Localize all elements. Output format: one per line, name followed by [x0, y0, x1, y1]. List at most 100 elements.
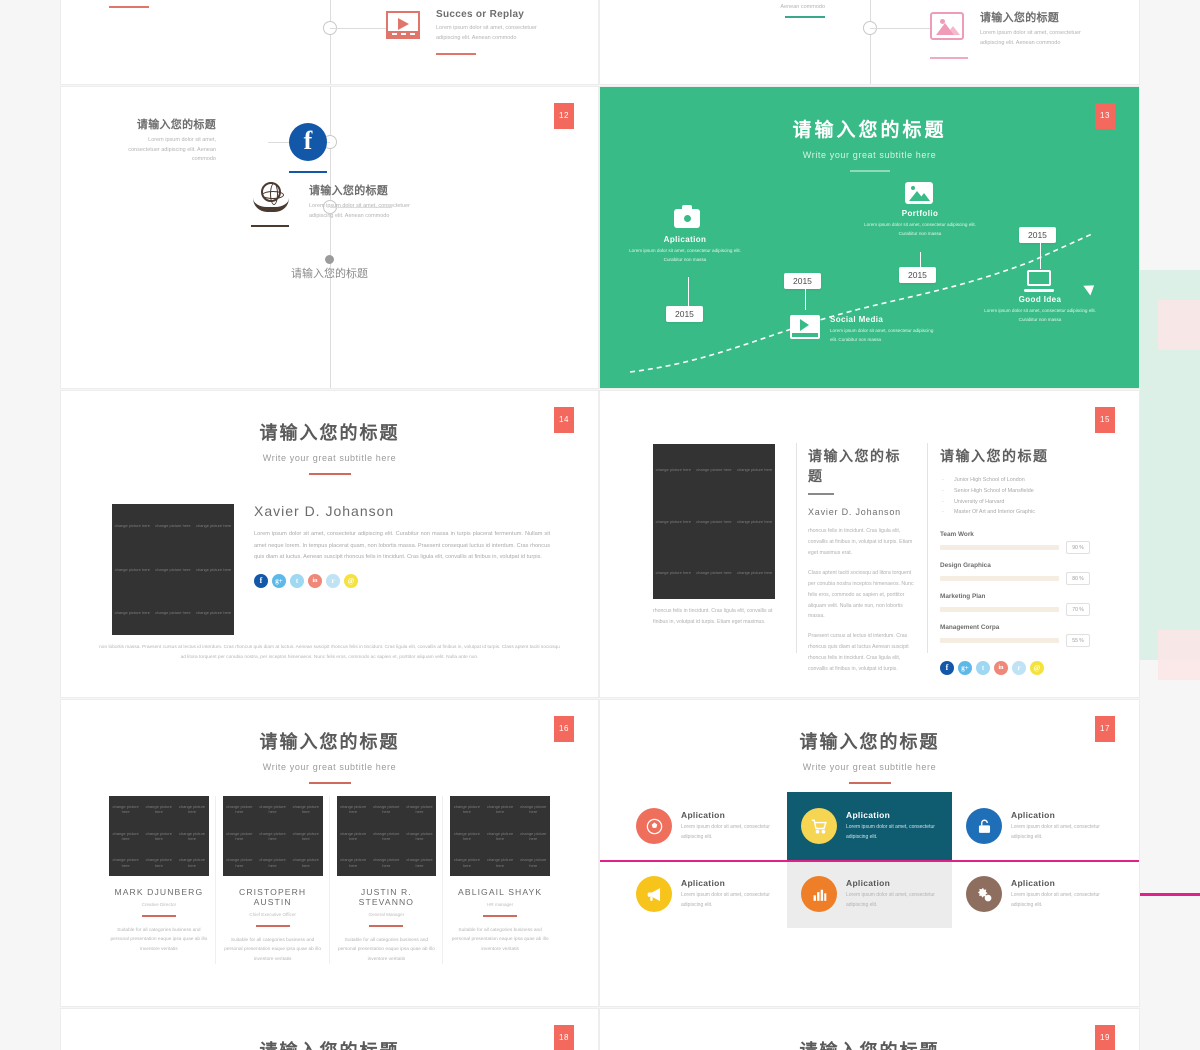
team-member-card[interactable]: change picture here change picture here …	[109, 796, 216, 965]
member-photo-placeholder[interactable]: change picture here change picture here …	[109, 796, 209, 876]
timeline-item-heading: 请输入您的标题	[309, 185, 389, 197]
member-name: MARK DJUNBERG	[114, 887, 204, 897]
slide-row3-left[interactable]: 16 请输入您的标题 Write your great subtitle her…	[60, 699, 599, 1007]
linkedin-icon[interactable]: in	[308, 573, 322, 588]
team-member-card[interactable]: change picture here change picture here …	[450, 796, 550, 964]
photo-hint: change picture here	[155, 566, 191, 572]
decorative-band-pink-bottom	[1158, 630, 1200, 680]
social-icon-row[interactable]: f g+ t in r @	[254, 573, 550, 588]
application-body: Lorem ipsum dolor sit amet, consectetur …	[1011, 823, 1100, 840]
profile-footer-text: non lobortis massa. Praesent cursus at l…	[99, 645, 560, 661]
slide-row4-left[interactable]: 18 请输入您的标题	[60, 1008, 599, 1050]
unlock-icon	[966, 808, 1002, 844]
slide-title: 请输入您的标题	[61, 1037, 598, 1050]
timeline-axis	[329, 87, 331, 388]
skill-percent: 70 %	[1066, 603, 1090, 617]
member-photo-placeholder[interactable]: change picture here change picture here …	[222, 796, 323, 876]
milestone-year: 2015	[666, 306, 703, 322]
resume-center-title: 请输入您的标题	[808, 448, 901, 484]
twitter-icon[interactable]: t	[976, 661, 990, 676]
milestone-body: Lorem ipsum dolor sit amet, consectetur …	[830, 328, 934, 342]
slide-row0-left[interactable]: Succes or Replay Lorem ipsum dolor sit a…	[60, 0, 599, 85]
photo-hint: change picture here	[373, 830, 400, 841]
linkedin-icon[interactable]: in	[994, 661, 1008, 676]
rss-icon[interactable]: r	[326, 573, 340, 588]
title-rule	[848, 782, 891, 784]
photo-hint: change picture here	[195, 566, 232, 572]
twitter-icon[interactable]: t	[290, 573, 304, 588]
facebook-icon[interactable]: f	[940, 661, 954, 676]
application-cell[interactable]: Aplication Lorem ipsum dolor sit amet, c…	[622, 860, 787, 928]
photo-hint: change picture here	[112, 830, 139, 841]
photo-hint: change picture here	[259, 803, 286, 815]
photo-hint: change picture here	[226, 830, 253, 841]
application-body: Lorem ipsum dolor sit amet, consectetur …	[846, 891, 935, 908]
photo-hint: change picture here	[696, 518, 732, 524]
profile-bio: Lorem ipsum dolor sit amet, consectetur …	[254, 531, 550, 561]
slide-title: 请输入您的标题	[792, 120, 947, 141]
decorative-band-pink-top	[1158, 300, 1200, 350]
title-rule	[308, 473, 351, 475]
application-label: Aplication	[846, 809, 891, 820]
application-body: Lorem ipsum dolor sit amet, consectetur …	[1011, 891, 1100, 908]
magenta-divider	[600, 860, 1139, 862]
member-photo-placeholder[interactable]: change picture here change picture here …	[450, 796, 550, 876]
application-cell-highlighted[interactable]: Aplication Lorem ipsum dolor sit amet, c…	[787, 792, 952, 860]
slide-title: 请输入您的标题	[259, 423, 400, 443]
milestone-4: Good Idea Lorem ipsum dolor sit amet, co…	[975, 295, 1105, 324]
resume-right-title: 请输入您的标题	[940, 448, 1049, 464]
application-cell[interactable]: Aplication Lorem ipsum dolor sit amet, c…	[952, 792, 1117, 860]
resume-photo-placeholder[interactable]: change picture here change picture here …	[653, 444, 775, 599]
member-photo-placeholder[interactable]: change picture here change picture here …	[336, 796, 437, 876]
timeline-prev-body: Aenean commodo	[780, 4, 825, 10]
application-label: Aplication	[846, 877, 891, 888]
card-divider	[442, 796, 444, 965]
timeline-item-body: Lorem ipsum dolor sit amet, consectetuer…	[309, 203, 410, 219]
slide-row0-right[interactable]: 请输入您的标题 Lorem ipsum dolor sit amet, cons…	[599, 0, 1140, 85]
application-cell[interactable]: Aplication Lorem ipsum dolor sit amet, c…	[952, 860, 1117, 928]
slide-row2-right[interactable]: 15 change picture here change picture he…	[599, 390, 1140, 698]
profile-photo-placeholder[interactable]: change picture here change picture here …	[112, 504, 234, 635]
application-label: Aplication	[681, 877, 726, 888]
application-body: Lorem ipsum dolor sit amet, consectetur …	[846, 823, 935, 840]
card-divider	[214, 796, 216, 965]
member-role: Chief Executive Officer	[249, 912, 296, 917]
mail-icon[interactable]: @	[1030, 661, 1044, 676]
photo-hint: change picture here	[226, 803, 253, 815]
camera-icon	[674, 205, 700, 228]
skill-track	[940, 576, 1059, 582]
education-item: Junior High School of London	[940, 475, 1090, 486]
mail-icon[interactable]: @	[344, 573, 358, 588]
rss-icon[interactable]: r	[1012, 661, 1026, 676]
picture-icon-underline	[930, 57, 968, 59]
slide-row1-left[interactable]: 12 请输入您的标题 Lorem ipsum dolor sit amet, c…	[60, 86, 599, 389]
member-name: CRISTOPERH AUSTIN	[239, 887, 307, 907]
slide-subtitle: Write your great subtitle here	[262, 762, 397, 772]
picture-icon	[930, 12, 964, 40]
application-cell[interactable]: Aplication Lorem ipsum dolor sit amet, c…	[622, 792, 787, 860]
application-body: Lorem ipsum dolor sit amet, consectetur …	[681, 823, 770, 840]
skill-track	[940, 638, 1059, 644]
team-member-card[interactable]: change picture here change picture here …	[336, 796, 444, 965]
google-plus-icon[interactable]: g+	[272, 573, 286, 588]
photo-hint: change picture here	[178, 830, 206, 841]
slide-number-badge: 15	[1095, 407, 1115, 433]
megaphone-icon	[636, 876, 672, 912]
slide-row3-right[interactable]: 17 请输入您的标题 Write your great subtitle her…	[599, 699, 1140, 1007]
skill-track	[940, 607, 1059, 613]
slide-row4-right[interactable]: 19 请输入您的标题	[599, 1008, 1140, 1050]
timeline-axis	[329, 0, 331, 84]
google-plus-icon[interactable]: g+	[958, 661, 972, 676]
application-cell-highlighted[interactable]: Aplication Lorem ipsum dolor sit amet, c…	[787, 860, 952, 928]
slide-row1-right[interactable]: 13 请输入您的标题 Write your great subtitle her…	[599, 86, 1140, 389]
photo-hint: change picture here	[696, 570, 732, 576]
slide-subtitle: Write your great subtitle here	[802, 762, 937, 772]
skill-item: Management Corpa 55 %	[940, 624, 1090, 648]
team-member-card[interactable]: change picture here change picture here …	[222, 796, 330, 965]
resume-paragraph: rhoncus felis in tincidunt. Cras ligula …	[808, 528, 913, 556]
social-icon-row[interactable]: f g+ t in r @	[940, 661, 1090, 676]
slide-row2-left[interactable]: 14 请输入您的标题 Write your great subtitle her…	[60, 390, 599, 698]
facebook-icon[interactable]: f	[254, 573, 268, 588]
resume-right-column: 请输入您的标题 Junior High School of London Sen…	[940, 446, 1090, 676]
photo-hint: change picture here	[114, 566, 150, 572]
